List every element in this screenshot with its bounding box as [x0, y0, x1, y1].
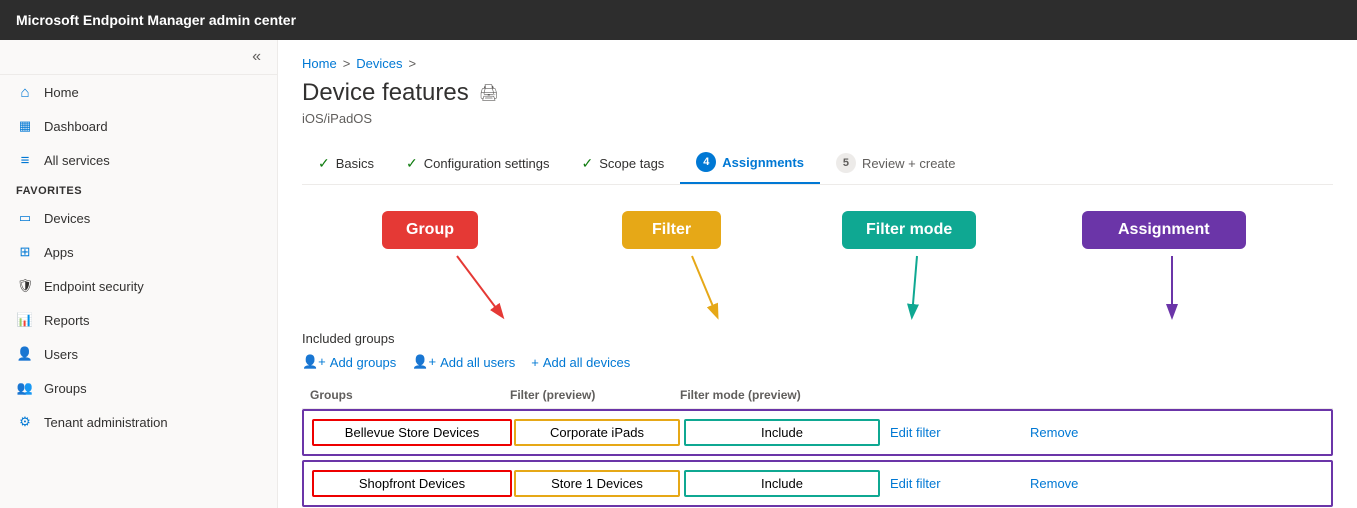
table-header: Groups Filter (preview) Filter mode (pre…	[302, 382, 1333, 409]
sidebar-item-tenant-admin[interactable]: Tenant administration	[0, 405, 277, 439]
step-config-settings[interactable]: ✓ Configuration settings	[390, 145, 565, 182]
add-devices-icon: +	[531, 355, 539, 370]
services-icon	[16, 151, 34, 169]
annotation-group-bubble: Group	[382, 211, 478, 249]
step-label-config: Configuration settings	[424, 156, 550, 171]
included-groups-label: Included groups	[302, 331, 1333, 346]
edit-filter-link-2[interactable]: Edit filter	[882, 476, 1022, 491]
table-row: Bellevue Store Devices Corporate iPads I…	[302, 409, 1333, 456]
step-label-review: Review + create	[862, 156, 956, 171]
assignments-area: Group Filter Filter mode Assignment	[302, 201, 1333, 508]
sidebar-item-devices[interactable]: Devices	[0, 201, 277, 235]
top-bar: Microsoft Endpoint Manager admin center	[0, 0, 1357, 40]
col-header-filtermode: Filter mode (preview)	[680, 388, 880, 402]
add-users-icon: 👤+	[412, 354, 436, 370]
security-icon	[16, 277, 34, 295]
filtermode-cell-2: Include	[684, 470, 880, 497]
col-header-filter: Filter (preview)	[510, 388, 680, 402]
groups-icon	[16, 379, 34, 397]
breadcrumb-home[interactable]: Home	[302, 56, 337, 71]
devices-icon	[16, 209, 34, 227]
sidebar-item-label: Home	[44, 85, 79, 100]
step-label-assignments: Assignments	[722, 155, 804, 170]
tenant-icon	[16, 413, 34, 431]
step-assignments[interactable]: 4 Assignments	[680, 142, 820, 184]
sidebar-item-users[interactable]: Users	[0, 337, 277, 371]
breadcrumb-devices[interactable]: Devices	[356, 56, 402, 71]
remove-link-1[interactable]: Remove	[1022, 425, 1122, 440]
group-cell-1: Bellevue Store Devices	[312, 419, 512, 446]
step-num-assignments: 4	[696, 152, 716, 172]
main-layout: « Home Dashboard All services FAVORITES …	[0, 40, 1357, 508]
page-title-row: Device features 🖨	[302, 79, 1333, 107]
add-all-users-link[interactable]: 👤+ Add all users	[412, 354, 515, 370]
content-area: Home > Devices > Device features 🖨 iOS/i…	[278, 40, 1357, 508]
sidebar-item-dashboard[interactable]: Dashboard	[0, 109, 277, 143]
sidebar-item-label: Dashboard	[44, 119, 108, 134]
sidebar-item-label: Apps	[44, 245, 74, 260]
filtermode-cell-1: Include	[684, 419, 880, 446]
apps-icon	[16, 243, 34, 261]
dashboard-icon	[16, 117, 34, 135]
add-groups-link[interactable]: 👤+ Add groups	[302, 354, 396, 370]
col-header-remove	[1020, 388, 1120, 402]
favorites-section: FAVORITES	[0, 177, 277, 201]
page-title: Device features	[302, 79, 469, 107]
breadcrumb-sep-1: >	[343, 56, 351, 71]
table-row: Shopfront Devices Store 1 Devices Includ…	[302, 460, 1333, 507]
sidebar-item-label: Devices	[44, 211, 90, 226]
sidebar-item-label: All services	[44, 153, 110, 168]
sidebar-item-all-services[interactable]: All services	[0, 143, 277, 177]
reports-icon	[16, 311, 34, 329]
app-title: Microsoft Endpoint Manager admin center	[16, 12, 296, 28]
step-check-scope: ✓	[582, 155, 594, 172]
sidebar-item-label: Tenant administration	[44, 415, 168, 430]
step-basics[interactable]: ✓ Basics	[302, 145, 390, 182]
sidebar-item-label: Users	[44, 347, 78, 362]
step-num-review: 5	[836, 153, 856, 173]
sidebar-item-home[interactable]: Home	[0, 75, 277, 109]
sidebar-item-label: Endpoint security	[44, 279, 144, 294]
step-check-config: ✓	[406, 155, 418, 172]
sidebar-collapse-button[interactable]: «	[246, 46, 267, 68]
step-label-scope: Scope tags	[599, 156, 664, 171]
add-all-devices-link[interactable]: + Add all devices	[531, 355, 630, 370]
print-icon[interactable]: 🖨	[479, 83, 499, 103]
step-scope-tags[interactable]: ✓ Scope tags	[566, 145, 681, 182]
annotation-filter-bubble: Filter	[622, 211, 721, 249]
sidebar-collapse-row: «	[0, 40, 277, 75]
filter-cell-2: Store 1 Devices	[514, 470, 680, 497]
home-icon	[16, 83, 34, 101]
edit-filter-link-1[interactable]: Edit filter	[882, 425, 1022, 440]
sidebar-item-reports[interactable]: Reports	[0, 303, 277, 337]
col-header-edit	[880, 388, 1020, 402]
breadcrumb: Home > Devices >	[302, 56, 1333, 71]
sidebar-item-label: Groups	[44, 381, 87, 396]
sidebar-item-apps[interactable]: Apps	[0, 235, 277, 269]
users-icon	[16, 345, 34, 363]
sidebar-item-label: Reports	[44, 313, 90, 328]
page-subtitle: iOS/iPadOS	[302, 111, 1333, 126]
table-data-row-2: Shopfront Devices Store 1 Devices Includ…	[304, 462, 1331, 505]
table-data-row-1: Bellevue Store Devices Corporate iPads I…	[304, 411, 1331, 454]
add-groups-icon: 👤+	[302, 354, 326, 370]
remove-link-2[interactable]: Remove	[1022, 476, 1122, 491]
step-review-create[interactable]: 5 Review + create	[820, 143, 972, 183]
breadcrumb-sep-2: >	[409, 56, 417, 71]
annotation-filtermode-bubble: Filter mode	[842, 211, 976, 249]
step-check-basics: ✓	[318, 155, 330, 172]
group-cell-2: Shopfront Devices	[312, 470, 512, 497]
filter-cell-1: Corporate iPads	[514, 419, 680, 446]
favorites-label: FAVORITES	[16, 185, 82, 197]
steps-row: ✓ Basics ✓ Configuration settings ✓ Scop…	[302, 142, 1333, 185]
sidebar-item-endpoint-security[interactable]: Endpoint security	[0, 269, 277, 303]
annotation-assignment-bubble: Assignment	[1082, 211, 1246, 249]
col-header-groups: Groups	[310, 388, 510, 402]
sidebar: « Home Dashboard All services FAVORITES …	[0, 40, 278, 508]
action-row: 👤+ Add groups 👤+ Add all users + Add all…	[302, 354, 1333, 370]
step-label-basics: Basics	[336, 156, 374, 171]
sidebar-item-groups[interactable]: Groups	[0, 371, 277, 405]
